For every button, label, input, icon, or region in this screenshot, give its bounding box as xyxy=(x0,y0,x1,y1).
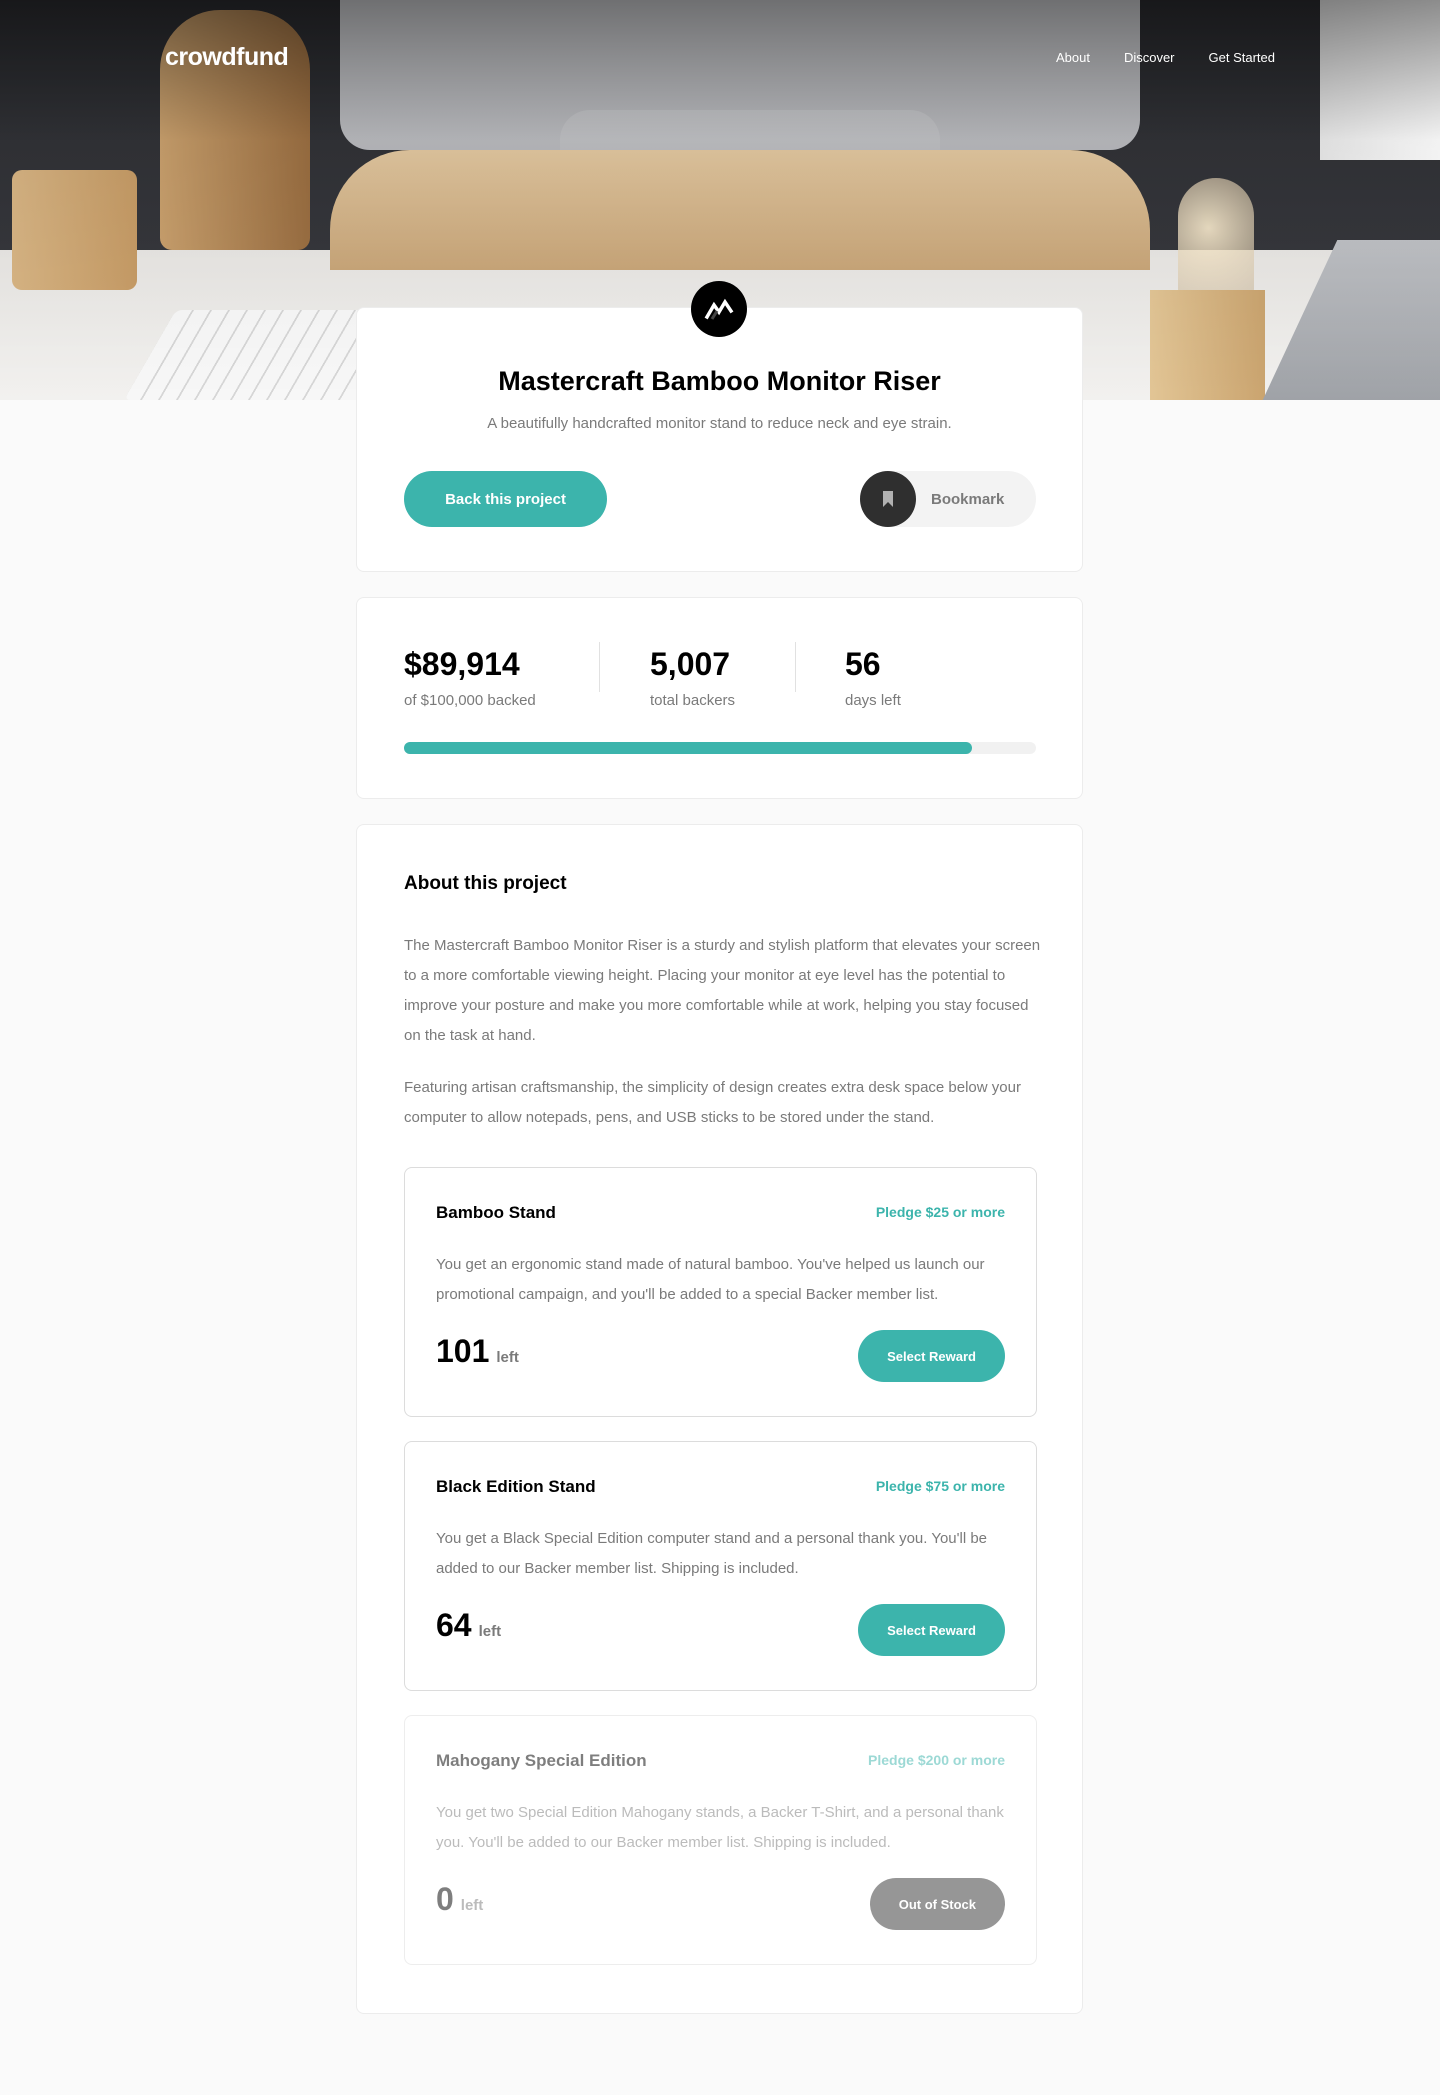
back-project-button[interactable]: Back this project xyxy=(404,471,607,527)
reward-remaining-count: 0 xyxy=(436,1881,454,1917)
reward-remaining: 101 left xyxy=(436,1333,519,1370)
stat-backers-label: total backers xyxy=(650,692,736,709)
stat-backers-value: 5,007 xyxy=(650,646,731,682)
select-reward-button[interactable]: Select Reward xyxy=(858,1330,1005,1382)
reward-description: You get two Special Edition Mahogany sta… xyxy=(436,1804,1004,1851)
stat-days-value: 56 xyxy=(845,646,881,682)
funding-progress-fill xyxy=(404,742,973,754)
stat-divider xyxy=(795,642,796,692)
mastercraft-logo-icon xyxy=(691,281,747,337)
project-stats-card: $89,914 of $100,000 backed 5,007 total b… xyxy=(356,597,1083,799)
funding-progress-bar xyxy=(404,742,1036,754)
project-intro-card: Mastercraft Bamboo Monitor Riser A beaut… xyxy=(356,281,1083,572)
stat-backed: $89,914 of $100,000 backed xyxy=(404,646,536,709)
stat-backed-label: of $100,000 backed xyxy=(404,692,536,709)
stat-backed-value: $89,914 xyxy=(404,646,520,682)
stat-divider xyxy=(599,642,600,692)
project-title: Mastercraft Bamboo Monitor Riser xyxy=(498,366,941,396)
about-paragraph: The Mastercraft Bamboo Monitor Riser is … xyxy=(404,937,1041,1044)
about-paragraph: Featuring artisan craftsmanship, the sim… xyxy=(404,1079,1021,1126)
stat-backers: 5,007 total backers xyxy=(650,646,735,709)
reward-card-bamboo: Bamboo Stand Pledge $25 or more You get … xyxy=(404,1167,1037,1417)
bookmark-icon xyxy=(860,471,916,527)
reward-remaining: 0 left xyxy=(436,1881,483,1918)
nav-about[interactable]: About xyxy=(1056,50,1090,65)
main-nav: About Discover Get Started xyxy=(1056,50,1275,65)
reward-title: Bamboo Stand xyxy=(436,1203,556,1222)
reward-remaining-count: 101 xyxy=(436,1333,490,1369)
reward-pledge: Pledge $200 or more xyxy=(868,1752,1005,1768)
reward-remaining-word: left xyxy=(496,1349,519,1366)
stat-days-label: days left xyxy=(845,692,901,709)
reward-remaining-word: left xyxy=(478,1623,502,1640)
reward-description: You get a Black Special Edition computer… xyxy=(436,1530,988,1577)
reward-card-black-edition: Black Edition Stand Pledge $75 or more Y… xyxy=(404,1441,1037,1691)
select-reward-button[interactable]: Select Reward xyxy=(858,1604,1005,1656)
site-logo[interactable]: crowdfund xyxy=(165,43,289,72)
bookmark-button[interactable]: Bookmark xyxy=(860,471,1036,527)
nav-get-started[interactable]: Get Started xyxy=(1209,50,1275,65)
reward-pledge: Pledge $25 or more xyxy=(875,1204,1005,1220)
reward-title: Black Edition Stand xyxy=(436,1477,596,1496)
nav-discover[interactable]: Discover xyxy=(1124,50,1175,65)
out-of-stock-button: Out of Stock xyxy=(869,1878,1005,1930)
reward-pledge: Pledge $75 or more xyxy=(875,1478,1005,1494)
reward-remaining: 64 left xyxy=(436,1607,501,1644)
project-subtitle: A beautifully handcrafted monitor stand … xyxy=(487,415,952,432)
about-project-card: About this project The Mastercraft Bambo… xyxy=(356,824,1083,2014)
bookmark-label: Bookmark xyxy=(931,490,1005,508)
reward-description: You get an ergonomic stand made of natur… xyxy=(436,1256,985,1303)
about-title: About this project xyxy=(404,873,567,894)
reward-remaining-word: left xyxy=(460,1897,484,1914)
reward-card-mahogany: Mahogany Special Edition Pledge $200 or … xyxy=(404,1715,1037,1965)
reward-remaining-count: 64 xyxy=(436,1607,472,1643)
stat-days: 56 days left xyxy=(845,646,901,709)
reward-title: Mahogany Special Edition xyxy=(436,1751,647,1770)
